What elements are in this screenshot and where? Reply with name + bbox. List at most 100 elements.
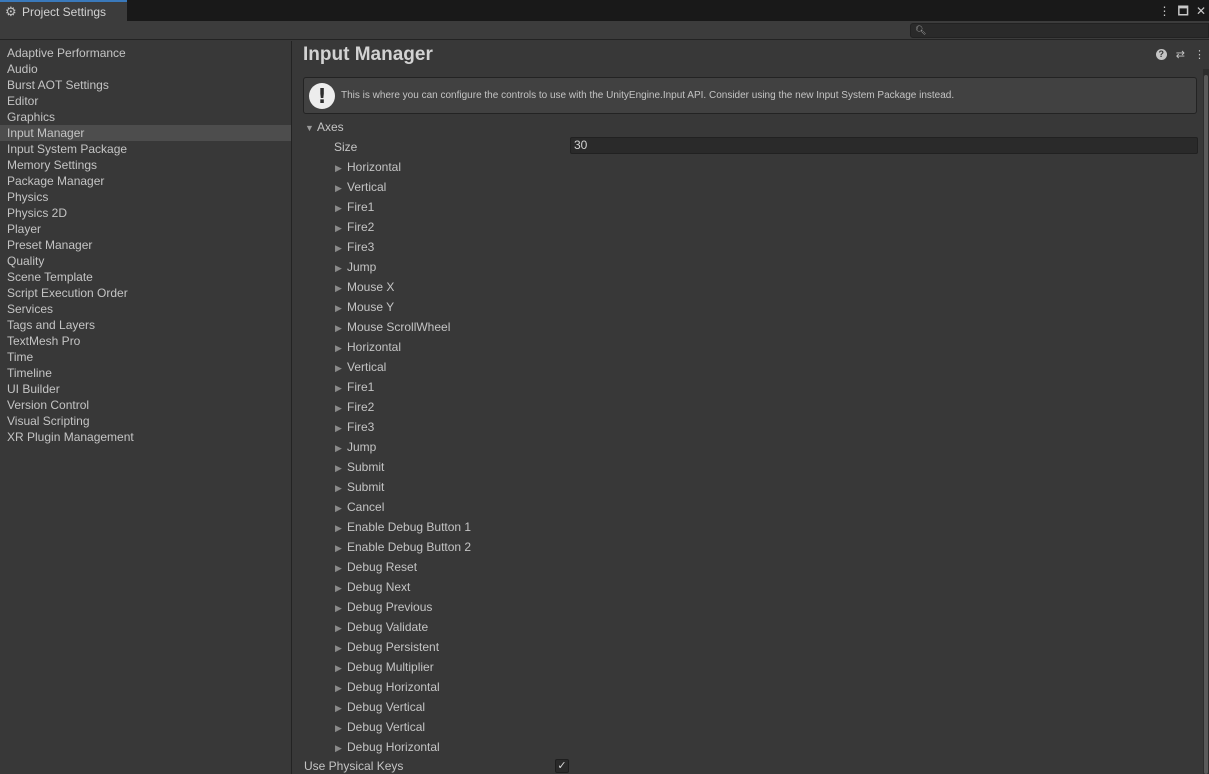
sidebar-item-ui-builder[interactable]: UI Builder [0,381,291,397]
sidebar-item-physics[interactable]: Physics [0,189,291,205]
scrollbar-thumb[interactable] [1204,75,1208,774]
axis-label: Debug Persistent [347,640,440,654]
foldout-collapsed-icon: ▶ [335,163,342,173]
info-icon: ! [309,83,335,109]
help-text: This is where you can configure the cont… [341,90,955,101]
foldout-collapsed-icon: ▶ [335,363,342,373]
foldout-expanded-icon: ▼ [305,123,314,133]
foldout-collapsed-icon: ▶ [335,203,342,213]
sidebar-item-services[interactable]: Services [0,301,291,317]
sidebar-item-xr-plugin-management[interactable]: XR Plugin Management [0,429,291,445]
foldout-collapsed-icon: ▶ [335,283,342,293]
axis-foldout[interactable]: ▶ Debug Multiplier [335,657,471,677]
axis-foldout[interactable]: ▶ Debug Next [335,577,471,597]
axes-foldout[interactable]: ▼ Axes [305,119,344,135]
axis-foldout[interactable]: ▶ Debug Vertical [335,717,471,737]
axis-foldout[interactable]: ▶ Debug Previous [335,597,471,617]
sidebar-item-visual-scripting[interactable]: Visual Scripting [0,413,291,429]
axis-foldout[interactable]: ▶ Vertical [335,357,471,377]
sidebar-item-physics-2d[interactable]: Physics 2D [0,205,291,221]
sidebar-item-burst-aot-settings[interactable]: Burst AOT Settings [0,77,291,93]
axis-foldout[interactable]: ▶ Mouse X [335,277,471,297]
settings-sidebar: Adaptive Performance Audio Burst AOT Setti… [0,41,292,774]
help-icon[interactable]: ? [1155,49,1167,60]
use-physical-keys-checkbox[interactable]: ✓ [555,759,569,773]
sidebar-item-adaptive-performance[interactable]: Adaptive Performance [0,45,291,61]
axis-foldout[interactable]: ▶ Fire2 [335,217,471,237]
foldout-collapsed-icon: ▶ [335,483,342,493]
sidebar-item-scene-template[interactable]: Scene Template [0,269,291,285]
sidebar-item-version-control[interactable]: Version Control [0,397,291,413]
axis-foldout[interactable]: ▶ Submit [335,457,471,477]
size-field[interactable]: 30 [570,137,1198,154]
axis-foldout[interactable]: ▶ Debug Validate [335,617,471,637]
sidebar-item-package-manager[interactable]: Package Manager [0,173,291,189]
foldout-collapsed-icon: ▶ [335,503,342,513]
toolbar: 🔍︎ [0,21,1209,40]
axis-label: Fire2 [347,220,375,234]
use-physical-keys-label: Use Physical Keys [304,759,404,773]
sidebar-item-graphics[interactable]: Graphics [0,109,291,125]
sidebar-item-memory-settings[interactable]: Memory Settings [0,157,291,173]
foldout-collapsed-icon: ▶ [335,723,342,733]
axis-foldout[interactable]: ▶ Debug Reset [335,557,471,577]
axis-label: Vertical [347,180,387,194]
gear-icon: ⚙ [5,4,17,19]
axis-foldout[interactable]: ▶ Mouse ScrollWheel [335,317,471,337]
search-box[interactable]: 🔍︎ [910,23,1209,38]
axis-foldout[interactable]: ▶ Fire1 [335,377,471,397]
axis-foldout[interactable]: ▶ Jump [335,257,471,277]
axis-foldout[interactable]: ▶ Debug Horizontal [335,737,471,757]
scrollbar[interactable] [1203,69,1209,774]
more-options-icon[interactable]: ⋮ [1194,49,1205,61]
close-icon[interactable]: ✕ [1196,5,1206,17]
sidebar-item-quality[interactable]: Quality [0,253,291,269]
tab-title: Project Settings [22,4,107,19]
axis-foldout[interactable]: ▶ Enable Debug Button 1 [335,517,471,537]
axis-foldout[interactable]: ▶ Fire2 [335,397,471,417]
search-input[interactable] [927,24,1197,37]
maximize-icon[interactable]: 🗖 [1178,5,1189,17]
axis-foldout[interactable]: ▶ Cancel [335,497,471,517]
foldout-collapsed-icon: ▶ [335,703,342,713]
axis-foldout[interactable]: ▶ Vertical [335,177,471,197]
axis-label: Fire2 [347,400,375,414]
axis-foldout[interactable]: ▶ Enable Debug Button 2 [335,537,471,557]
sidebar-item-preset-manager[interactable]: Preset Manager [0,237,291,253]
more-options-icon[interactable]: ⋮ [1159,5,1171,17]
foldout-collapsed-icon: ▶ [335,663,342,673]
preset-icon[interactable]: ⇄ [1176,49,1185,61]
sidebar-item-editor[interactable]: Editor [0,93,291,109]
foldout-collapsed-icon: ▶ [335,303,342,313]
sidebar-item-textmesh-pro[interactable]: TextMesh Pro [0,333,291,349]
sidebar-item-timeline[interactable]: Timeline [0,365,291,381]
sidebar-item-time[interactable]: Time [0,349,291,365]
axis-foldout[interactable]: ▶ Fire3 [335,237,471,257]
sidebar-item-script-execution-order[interactable]: Script Execution Order [0,285,291,301]
axis-foldout[interactable]: ▶ Mouse Y [335,297,471,317]
axis-label: Submit [347,460,385,474]
axis-foldout[interactable]: ▶ Horizontal [335,157,471,177]
axis-foldout[interactable]: ▶ Debug Persistent [335,637,471,657]
foldout-collapsed-icon: ▶ [335,523,342,533]
sidebar-item-input-manager[interactable]: Input Manager [0,125,291,141]
window-controls: ⋮ 🗖 ✕ [1159,0,1209,21]
axis-foldout[interactable]: ▶ Fire1 [335,197,471,217]
foldout-collapsed-icon: ▶ [335,623,342,633]
foldout-collapsed-icon: ▶ [335,223,342,233]
sidebar-item-tags-and-layers[interactable]: Tags and Layers [0,317,291,333]
axis-foldout[interactable]: ▶ Fire3 [335,417,471,437]
axis-label: Mouse ScrollWheel [347,320,451,334]
axis-foldout[interactable]: ▶ Debug Horizontal [335,677,471,697]
project-settings-tab[interactable]: ⚙ Project Settings [0,0,127,21]
sidebar-item-player[interactable]: Player [0,221,291,237]
axis-foldout[interactable]: ▶ Horizontal [335,337,471,357]
axis-foldout[interactable]: ▶ Jump [335,437,471,457]
axis-foldout[interactable]: ▶ Debug Vertical [335,697,471,717]
axis-label: Cancel [347,500,385,514]
sidebar-item-audio[interactable]: Audio [0,61,291,77]
sidebar-item-input-system-package[interactable]: Input System Package [0,141,291,157]
axis-label: Fire1 [347,200,375,214]
foldout-collapsed-icon: ▶ [335,463,342,473]
axis-foldout[interactable]: ▶ Submit [335,477,471,497]
